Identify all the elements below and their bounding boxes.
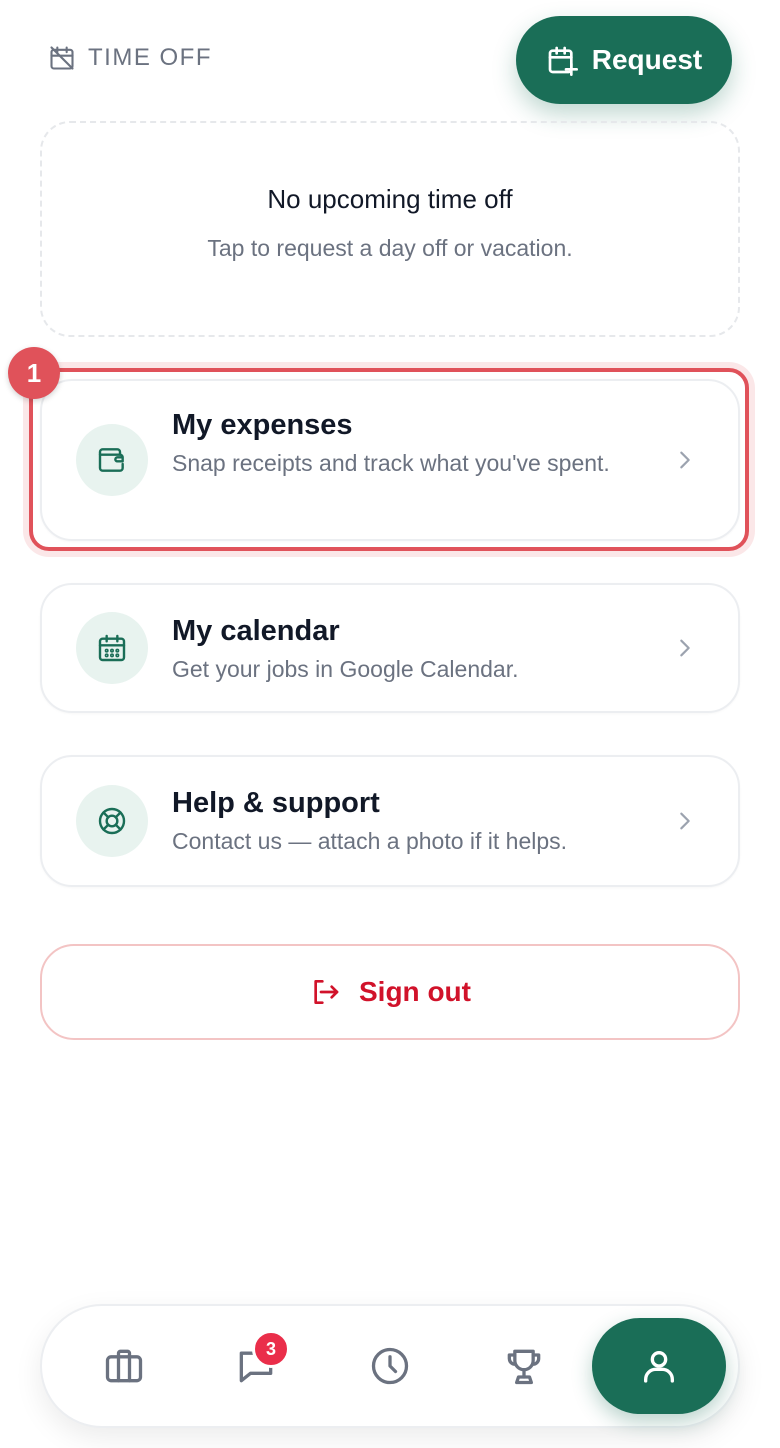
chevron-right-icon <box>680 451 690 469</box>
menu-item-subtitle: Get your jobs in Google Calendar. <box>172 656 519 682</box>
menu-item-expenses[interactable]: My expenses Snap receipts and track what… <box>40 379 740 541</box>
request-button-label: Request <box>591 44 703 75</box>
wallet-icon <box>98 448 124 472</box>
menu-item-title: My calendar <box>172 615 340 647</box>
user-icon <box>644 1351 674 1383</box>
sign-out-label: Sign out <box>359 976 471 1007</box>
menu-item-subtitle: Snap receipts and track what you've spen… <box>172 450 610 476</box>
clock-icon <box>371 1347 409 1385</box>
tab-profile[interactable] <box>592 1318 726 1414</box>
lifebuoy-icon <box>98 807 126 835</box>
menu-item-subtitle: Contact us — attach a photo if it helps. <box>172 828 568 854</box>
expenses-icon-circle <box>76 424 148 496</box>
chevron-right-icon <box>680 812 690 830</box>
sign-out-button[interactable]: Sign out <box>40 944 740 1040</box>
trophy-icon <box>507 1349 541 1385</box>
menu-item-calendar[interactable]: My calendar Get your jobs in Google Cale… <box>40 583 740 713</box>
tab-jobs[interactable] <box>98 1340 150 1392</box>
menu-item-title: Help & support <box>172 787 380 819</box>
chevron-right-icon <box>680 639 690 657</box>
calendar-plus-icon <box>548 46 578 76</box>
calendar-grid-icon <box>98 634 126 662</box>
menu-item-help-support[interactable]: Help & support Contact us — attach a pho… <box>40 755 740 887</box>
tab-rewards[interactable] <box>498 1340 550 1392</box>
empty-time-off-card[interactable]: No upcoming time off Tap to request a da… <box>40 121 740 337</box>
menu-item-title: My expenses <box>172 409 353 441</box>
logout-icon <box>314 980 339 1004</box>
calendar-off-icon <box>50 46 74 70</box>
messages-badge: 3 <box>252 1330 290 1368</box>
support-icon-circle <box>76 785 148 857</box>
empty-title: No upcoming time off <box>267 184 513 214</box>
calendar-icon-circle <box>76 612 148 684</box>
empty-subtitle: Tap to request a day off or vacation. <box>207 235 573 261</box>
section-header-time-off: TIME OFF <box>48 44 212 72</box>
briefcase-icon <box>105 1349 143 1383</box>
tab-history[interactable] <box>364 1340 416 1392</box>
step-marker: 1 <box>8 347 60 399</box>
section-label: TIME OFF <box>88 44 212 71</box>
request-button[interactable]: Request <box>516 16 732 104</box>
